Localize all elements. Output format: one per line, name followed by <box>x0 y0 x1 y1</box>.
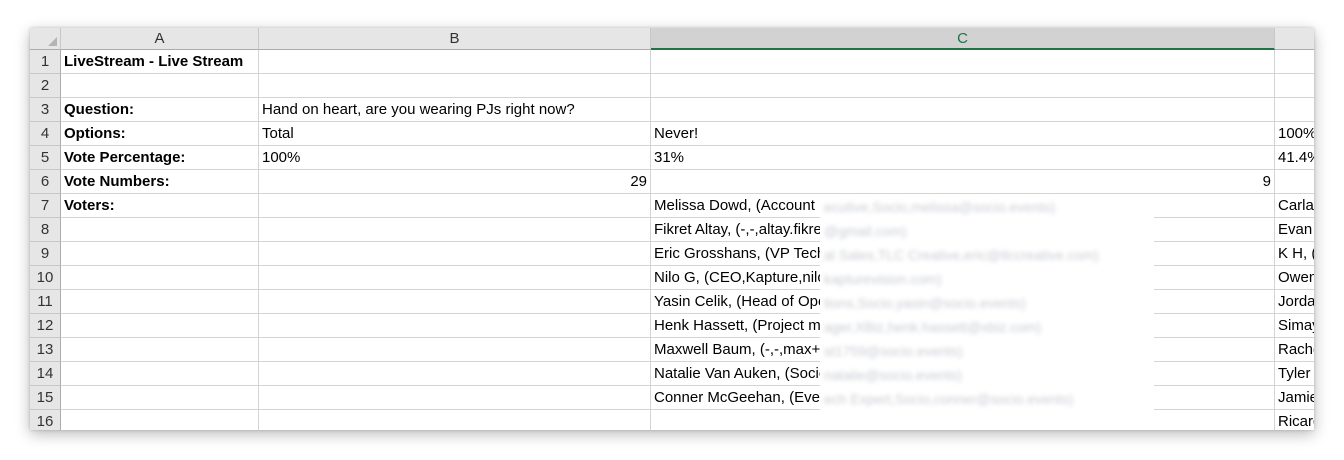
cell-c5-vote-pct[interactable]: 31% <box>651 146 1275 170</box>
cell-b5-vote-pct[interactable]: 100% <box>259 146 651 170</box>
column-header-b[interactable]: B <box>259 28 651 50</box>
row-header-15[interactable]: 15 <box>30 386 61 410</box>
row-header-10[interactable]: 10 <box>30 266 61 290</box>
cell-a6-vote-num-label[interactable]: Vote Numbers: <box>61 170 259 194</box>
cell-a5-vote-pct-label[interactable]: Vote Percentage: <box>61 146 259 170</box>
row-header-3[interactable]: 3 <box>30 98 61 122</box>
cell-d7-voter[interactable]: Carla Car <box>1275 194 1314 218</box>
row-header-13[interactable]: 13 <box>30 338 61 362</box>
cell-a3-question-label[interactable]: Question: <box>61 98 259 122</box>
redacted-text: @gmail.com) <box>824 223 907 239</box>
cell-d11-voter[interactable]: Jordan M <box>1275 290 1314 314</box>
cell-d12-voter[interactable]: Simay Yil <box>1275 314 1314 338</box>
cell-b6-vote-num[interactable]: 29 <box>259 170 651 194</box>
row-header-4[interactable]: 4 <box>30 122 61 146</box>
redacted-overlay: ager,XBiz,henk.hassett@xbiz.com) <box>820 315 1154 339</box>
row-header-7[interactable]: 7 <box>30 194 61 218</box>
redacted-overlay: al Sales,TLC Creative,eric@tlccreative.c… <box>820 243 1154 267</box>
cell-d8-voter[interactable]: Evan McG <box>1275 218 1314 242</box>
redacted-text: natalie@socio.events) <box>824 367 962 383</box>
redacted-overlay: tions,Socio,yasin@socio.events) <box>820 291 1154 315</box>
cell-b4-option-total[interactable]: Total <box>259 122 651 146</box>
column-header-c[interactable]: C <box>651 28 1275 50</box>
cell-a4-options-label[interactable]: Options: <box>61 122 259 146</box>
cell-d10-voter[interactable]: Owen Wh <box>1275 266 1314 290</box>
redacted-text: ager,XBiz,henk.hassett@xbiz.com) <box>824 319 1042 335</box>
row-header-9[interactable]: 9 <box>30 242 61 266</box>
redacted-text: kapturevision.com) <box>824 271 942 287</box>
row-header-14[interactable]: 14 <box>30 362 61 386</box>
row-header-8[interactable]: 8 <box>30 218 61 242</box>
row-header-6[interactable]: 6 <box>30 170 61 194</box>
cell-d9-voter[interactable]: K H, (-,-,k <box>1275 242 1314 266</box>
redacted-text: ecutive,Socio,melissa@socio.events) <box>824 199 1056 215</box>
redacted-text: al Sales,TLC Creative,eric@tlccreative.c… <box>824 247 1099 263</box>
cell-c6-vote-num[interactable]: 9 <box>651 170 1275 194</box>
redacted-overlay: natalie@socio.events) <box>820 363 1154 387</box>
redacted-text: ech Expert,Socio,conner@socio.events) <box>824 391 1074 407</box>
cell-c4-option-never[interactable]: Never! <box>651 122 1275 146</box>
column-header-d[interactable] <box>1275 28 1314 50</box>
cell-d4-option-yes[interactable]: 100% Yes <box>1275 122 1314 146</box>
column-header-a[interactable]: A <box>61 28 259 50</box>
redacted-overlay: ech Expert,Socio,conner@socio.events) <box>820 387 1154 411</box>
redacted-overlay: ecutive,Socio,melissa@socio.events) <box>820 195 1154 219</box>
redacted-overlay: @gmail.com) <box>820 219 1154 243</box>
select-all-triangle-icon <box>48 37 57 46</box>
cell-d15-voter[interactable]: Jamie Re <box>1275 386 1314 410</box>
cell-d16-voter[interactable]: Ricardo C <box>1275 410 1314 430</box>
cell-a7-voters-label[interactable]: Voters: <box>61 194 259 218</box>
row-header-12[interactable]: 12 <box>30 314 61 338</box>
cell-d5-vote-pct[interactable]: 41.4% <box>1275 146 1314 170</box>
row-header-5[interactable]: 5 <box>30 146 61 170</box>
cell-d13-voter[interactable]: Rachel Be <box>1275 338 1314 362</box>
spreadsheet-grid: A B C 1 2 3 4 5 6 7 8 9 10 11 12 13 14 1… <box>30 28 1314 430</box>
row-header-2[interactable]: 2 <box>30 74 61 98</box>
cell-d14-voter[interactable]: Tyler Blo <box>1275 362 1314 386</box>
row-header-1[interactable]: 1 <box>30 50 61 74</box>
row-header-16[interactable]: 16 <box>30 410 61 430</box>
cell-b3-question-text[interactable]: Hand on heart, are you wearing PJs right… <box>259 98 709 122</box>
redacted-overlay: kapturevision.com) <box>820 267 1154 291</box>
row-header-11[interactable]: 11 <box>30 290 61 314</box>
redacted-text: st1759@socio.events) <box>824 343 963 359</box>
redacted-overlay: st1759@socio.events) <box>820 339 1154 363</box>
cell-a1-title[interactable]: LiveStream - Live Stream <box>61 50 381 74</box>
select-all-button[interactable] <box>30 28 61 50</box>
redacted-text: tions,Socio,yasin@socio.events) <box>824 295 1026 311</box>
